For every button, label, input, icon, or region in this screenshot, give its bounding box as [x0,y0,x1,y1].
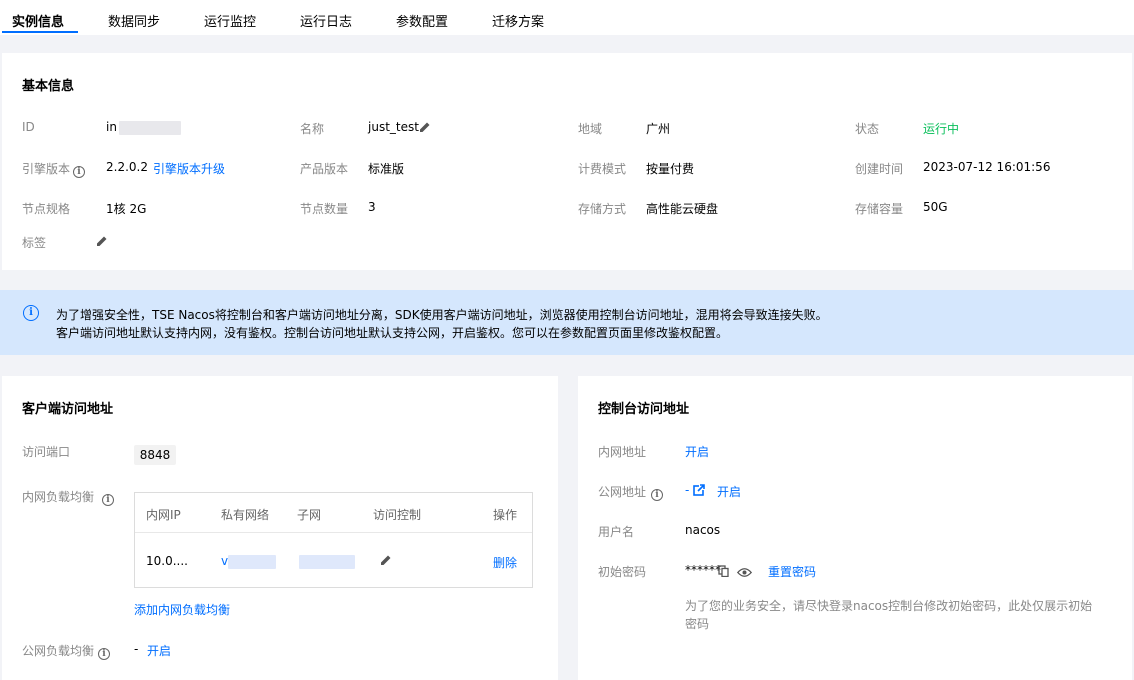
username-label: 用户名 [598,525,635,539]
tab-params[interactable]: 参数配置 [396,11,448,30]
console-access-panel [578,376,1132,680]
edit-name-pencil-icon[interactable] [419,121,431,133]
console-intranet-label: 内网地址 [598,445,647,459]
tab-bar: 实例信息 数据同步 运行监控 运行日志 参数配置 迁移方案 [0,0,1134,35]
port-value: 8848 [134,445,176,465]
tab-migration[interactable]: 迁移方案 [492,11,544,30]
console-public-enable-link[interactable]: 开启 [717,483,741,500]
row-subnet-link[interactable] [299,554,355,569]
public-lb-label: 公网负载均衡 i [22,642,111,660]
edit-access-pencil-icon[interactable] [380,554,392,566]
tab-monitoring[interactable]: 运行监控 [204,11,256,30]
notice-info-icon: i [23,305,39,321]
name-value: just_test [368,120,419,134]
engine-info-icon[interactable]: i [73,166,86,178]
public-lb-value: - [134,642,139,656]
intranet-lb-table: 内网IP 私有网络 子网 访问控制 操作 10.0.... v 删除 [134,492,533,588]
edit-tag-pencil-icon[interactable] [96,235,108,247]
intranet-lb-info-icon[interactable]: i [102,494,115,506]
delete-lb-link[interactable]: 删除 [493,554,517,571]
password-tip-line-2: 密码 [685,617,710,631]
engine-label: 引擎版本 i [22,160,86,178]
col-vpc: 私有网络 [221,508,270,522]
port-label: 访问端口 [22,445,71,459]
external-link-icon[interactable] [693,484,705,496]
redacted-block [228,554,277,569]
redacted-block [118,120,181,135]
tab-data-sync[interactable]: 数据同步 [108,11,160,30]
tab-instance-info[interactable]: 实例信息 [12,11,64,30]
storage-label: 存储方式 [578,202,627,216]
client-access-title: 客户端访问地址 [22,402,114,417]
nodes-value: 3 [368,200,376,214]
password-tip-line-1: 为了您的业务安全，请尽快登录nacos控制台修改初始密码，此处仅展示初始 [685,599,1093,613]
copy-icon[interactable] [718,565,729,577]
console-public-value: - [685,483,690,497]
active-tab-indicator [2,31,78,33]
public-lb-enable-link[interactable]: 开启 [147,642,171,659]
nodes-label: 节点数量 [300,202,349,216]
capacity-value: 50G [923,200,948,214]
table-header: 内网IP 私有网络 子网 访问控制 操作 [135,493,532,533]
tab-logs[interactable]: 运行日志 [300,11,352,30]
console-intranet-enable-link[interactable]: 开启 [685,443,709,460]
id-label: ID [22,120,35,134]
console-access-title: 控制台访问地址 [598,402,690,417]
redacted-block [299,554,355,569]
tag-label: 标签 [22,236,47,250]
col-action: 操作 [493,508,518,522]
billing-value: 按量付费 [646,162,695,176]
password-value: ****** [685,563,721,577]
status-value: 运行中 [923,122,960,136]
region-value: 广州 [646,122,671,136]
eye-icon[interactable] [737,567,752,578]
region-label: 地域 [578,122,603,136]
product-value: 标准版 [368,162,405,176]
row-ip: 10.0.... [146,554,188,568]
engine-upgrade-link[interactable]: 引擎版本升级 [153,160,225,177]
intranet-lb-label: 内网负载均衡 i [22,488,115,506]
billing-label: 计费模式 [578,162,627,176]
created-value: 2023-07-12 16:01:56 [923,160,1051,174]
name-label: 名称 [300,122,325,136]
add-intranet-lb-link[interactable]: 添加内网负载均衡 [134,601,230,618]
created-label: 创建时间 [855,162,904,176]
console-public-info-icon[interactable]: i [651,489,664,501]
col-intranet-ip: 内网IP [146,508,181,522]
storage-value: 高性能云硬盘 [646,202,719,216]
public-lb-info-icon[interactable]: i [98,648,111,660]
engine-value: 2.2.0.2 [106,160,148,174]
console-public-label: 公网地址 i [598,483,664,501]
notice-line-1: 为了增强安全性，TSE Nacos将控制台和客户端访问地址分离，SDK使用客户端… [56,308,828,322]
col-subnet: 子网 [297,508,322,522]
id-value: in [106,120,181,135]
username-value: nacos [685,523,721,537]
status-label: 状态 [855,122,880,136]
spec-value: 1核 2G [106,202,147,216]
row-vpc-link[interactable]: v [221,554,277,569]
col-access-control: 访问控制 [373,508,422,522]
product-label: 产品版本 [300,162,349,176]
reset-password-link[interactable]: 重置密码 [768,563,816,580]
spec-label: 节点规格 [22,202,71,216]
password-label: 初始密码 [598,565,647,579]
notice-line-2: 客户端访问地址默认支持内网，没有鉴权。控制台访问地址默认支持公网，开启鉴权。您可… [56,326,729,340]
capacity-label: 存储容量 [855,202,904,216]
basic-info-title: 基本信息 [22,79,75,94]
